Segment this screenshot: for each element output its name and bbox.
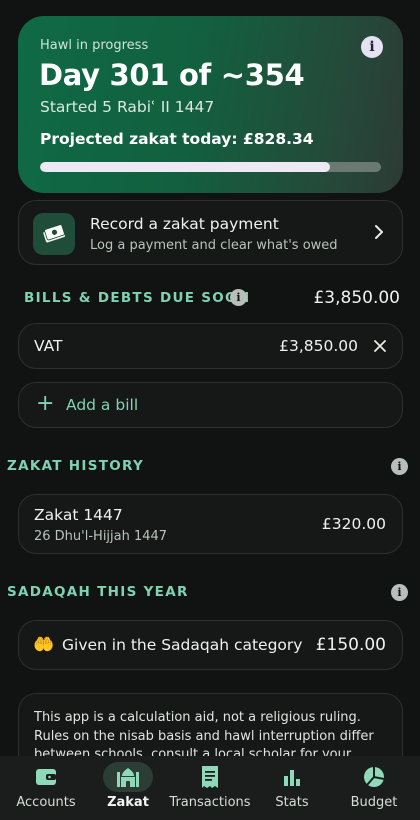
- bill-item[interactable]: VAT £3,850.00: [18, 323, 403, 369]
- plus-icon: +: [36, 391, 55, 416]
- record-payment-button[interactable]: Record a zakat payment Log a payment and…: [18, 200, 403, 265]
- chevron-right-icon: [375, 225, 383, 239]
- sadaqah-amount: £150.00: [315, 635, 386, 655]
- sadaqah-label: Given in the Sadaqah category: [62, 636, 303, 654]
- palms-up-icon: 🤲: [33, 635, 55, 655]
- hawl-progress-bar: [40, 162, 381, 172]
- nav-item-accounts[interactable]: Accounts: [14, 756, 78, 820]
- hawl-progress-fill: [40, 162, 330, 172]
- receipt-icon: [185, 762, 235, 792]
- bar-chart-icon: [267, 762, 317, 792]
- bill-item-amount: £3,850.00: [279, 337, 358, 355]
- wallet-icon: [21, 762, 71, 792]
- pie-chart-icon: [349, 762, 399, 792]
- bills-total: £3,850.00: [313, 288, 400, 308]
- history-section-header: ZAKAT HISTORY: [7, 458, 145, 474]
- sadaqah-section-header: SADAQAH THIS YEAR: [7, 584, 189, 600]
- nav-label-stats: Stats: [275, 795, 309, 810]
- history-item[interactable]: Zakat 1447 26 Dhu'l-Hijjah 1447 £320.00: [18, 494, 403, 554]
- record-payment-subtitle: Log a payment and clear what's owed: [90, 238, 338, 253]
- hawl-day-title: Day 301 of ~354: [39, 58, 305, 92]
- bills-section-header: BILLS & DEBTS DUE SOON: [24, 290, 251, 306]
- nav-label-transactions: Transactions: [169, 795, 251, 810]
- nav-label-budget: Budget: [350, 795, 398, 810]
- mosque-icon: [103, 762, 153, 792]
- money-icon: [33, 213, 75, 255]
- nav-label-zakat: Zakat: [107, 795, 149, 810]
- close-icon[interactable]: [372, 338, 388, 354]
- bill-item-label: VAT: [34, 337, 63, 355]
- history-item-name: Zakat 1447: [34, 506, 123, 524]
- projected-zakat: Projected zakat today: £828.34: [40, 130, 314, 148]
- add-bill-button[interactable]: + Add a bill: [18, 382, 403, 428]
- bills-info-icon[interactable]: i: [230, 289, 247, 306]
- nav-item-budget[interactable]: Budget: [344, 756, 404, 820]
- sadaqah-summary[interactable]: 🤲 Given in the Sadaqah category £150.00: [18, 620, 403, 670]
- history-info-icon[interactable]: i: [391, 458, 408, 475]
- add-bill-label: Add a bill: [66, 396, 139, 414]
- hawl-start-date: Started 5 Rabiʿ II 1447: [40, 98, 215, 116]
- nav-label-accounts: Accounts: [16, 795, 76, 810]
- sadaqah-info-icon[interactable]: i: [391, 584, 408, 601]
- info-icon[interactable]: i: [361, 36, 383, 58]
- history-item-date: 26 Dhu'l-Hijjah 1447: [34, 529, 168, 544]
- history-item-amount: £320.00: [321, 515, 386, 533]
- bottom-nav: Accounts Zakat Transactions Stats Budget: [0, 756, 420, 820]
- record-payment-title: Record a zakat payment: [90, 215, 279, 233]
- hawl-card: Hawl in progress Day 301 of ~354 Started…: [18, 16, 403, 193]
- hawl-status-label: Hawl in progress: [40, 38, 149, 53]
- nav-item-transactions[interactable]: Transactions: [166, 756, 254, 820]
- nav-item-zakat[interactable]: Zakat: [98, 756, 158, 820]
- nav-item-stats[interactable]: Stats: [266, 756, 318, 820]
